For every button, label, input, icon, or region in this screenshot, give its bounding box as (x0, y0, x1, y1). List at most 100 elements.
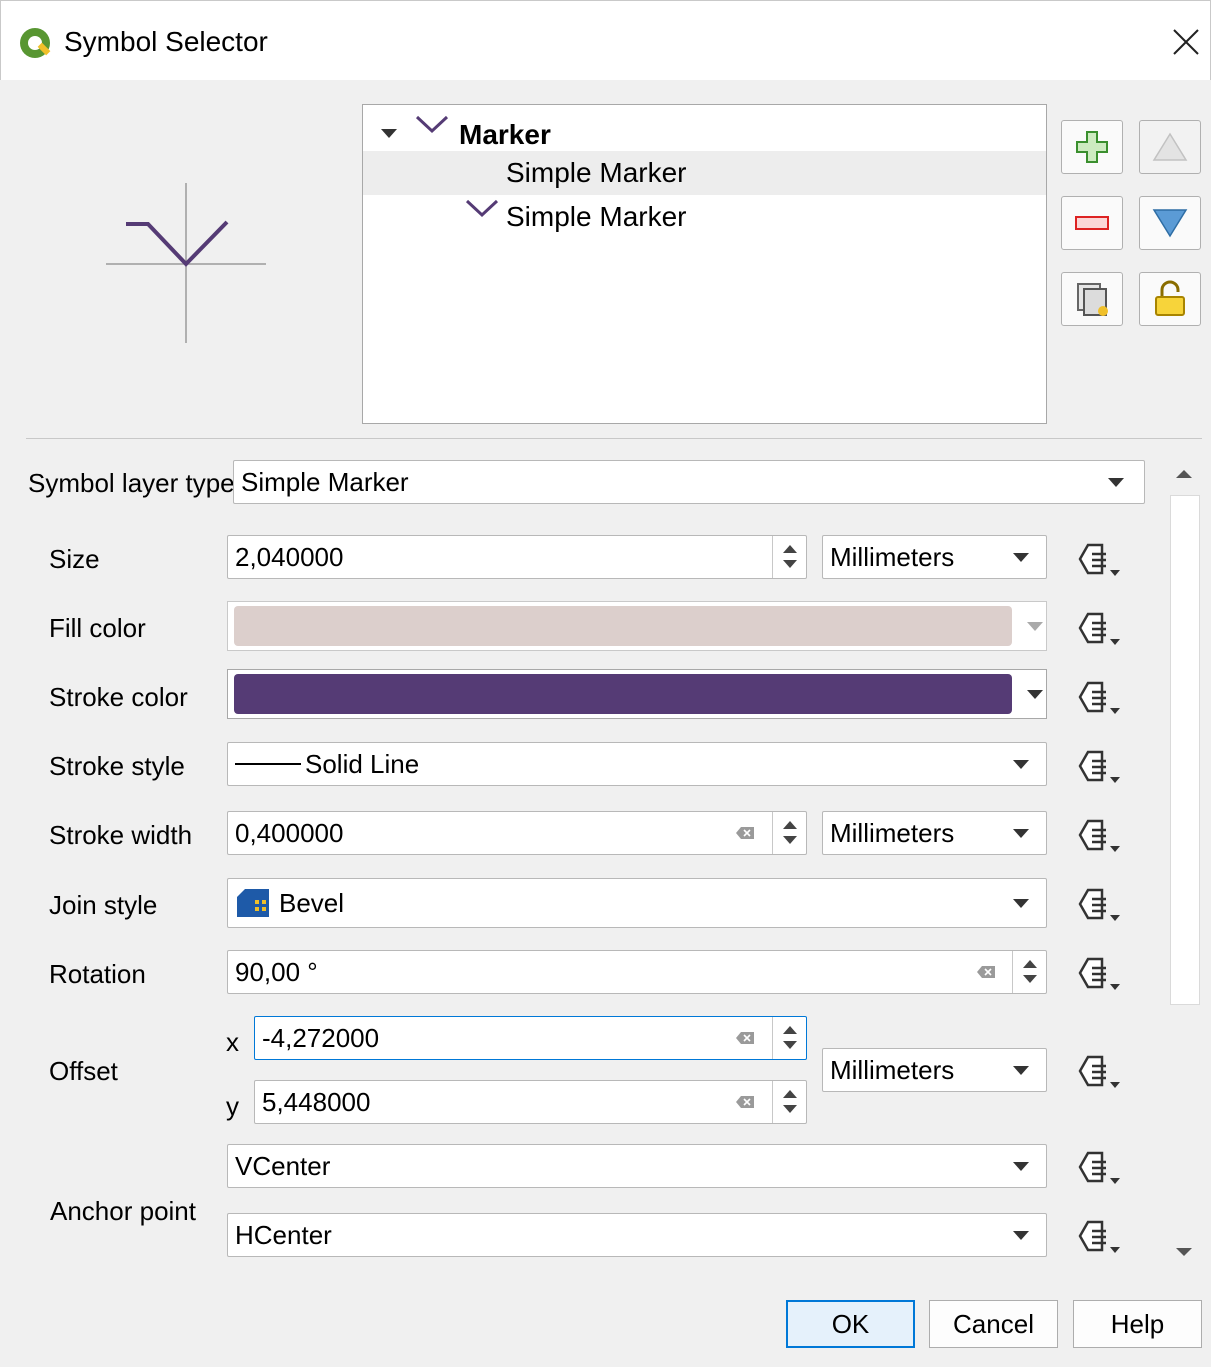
qgis-logo-icon (20, 28, 51, 58)
offset-x-value: -4,272000 (262, 1022, 380, 1053)
ok-button[interactable]: OK (786, 1300, 915, 1348)
data-defined-override-icon[interactable] (1070, 749, 1122, 785)
duplicate-icon (1077, 283, 1108, 316)
chevron-down-icon[interactable] (1027, 622, 1043, 631)
size-label: Size (49, 544, 100, 574)
data-defined-override-icon[interactable] (1070, 680, 1122, 716)
stroke-width-input[interactable]: 0,400000 (227, 811, 807, 855)
tree-root-label: Marker (459, 119, 551, 150)
tree-item-label: Simple Marker (506, 157, 687, 188)
scrollbar-thumb[interactable] (1170, 495, 1200, 1005)
size-unit-select[interactable]: Millimeters (822, 535, 1047, 579)
symbol-layer-tree[interactable]: Marker Simple Marker Simple Marker (362, 104, 1047, 424)
unlock-icon (1155, 280, 1185, 316)
rotation-spinner[interactable] (1012, 951, 1047, 993)
tree-item-marker[interactable]: Marker (363, 111, 1046, 155)
data-defined-override-icon[interactable] (1070, 956, 1122, 992)
chevron-down-icon (1108, 478, 1124, 487)
data-defined-override-icon[interactable] (1070, 887, 1122, 923)
spin-up-icon[interactable] (783, 821, 797, 829)
add-layer-button[interactable] (1061, 120, 1123, 174)
stroke-width-value: 0,400000 (235, 817, 344, 848)
stroke-width-unit-value: Millimeters (830, 817, 955, 848)
help-button[interactable]: Help (1073, 1300, 1202, 1348)
lock-layer-button[interactable] (1139, 272, 1201, 326)
spin-up-icon[interactable] (1023, 960, 1037, 968)
spin-down-icon[interactable] (783, 836, 797, 844)
clear-icon[interactable] (735, 1095, 755, 1109)
move-up-button[interactable] (1139, 120, 1201, 174)
fill-color-button[interactable] (227, 601, 1047, 651)
marker-symbol-icon (415, 115, 449, 134)
data-defined-override-icon[interactable] (1070, 611, 1122, 647)
data-defined-override-icon[interactable] (1070, 818, 1122, 854)
symbol-layer-type-label: Symbol layer type (28, 468, 235, 498)
data-defined-override-icon[interactable] (1070, 542, 1122, 578)
anchor-horizontal-select[interactable]: HCenter (227, 1213, 1047, 1257)
window-title: Symbol Selector (64, 26, 268, 57)
size-input[interactable]: 2,040000 (227, 535, 807, 579)
symbol-preview (106, 183, 266, 343)
tree-item-simple-marker-1[interactable]: Simple Marker (363, 151, 1046, 195)
anchor-horizontal-value: HCenter (235, 1219, 332, 1250)
chevron-down-icon (1013, 829, 1029, 838)
triangle-up-icon (1152, 132, 1188, 161)
offset-y-spinner[interactable] (772, 1081, 807, 1123)
spin-up-icon[interactable] (783, 545, 797, 553)
scroll-down-icon[interactable] (1176, 1248, 1192, 1256)
tree-item-label: Simple Marker (506, 201, 687, 232)
minus-icon (1075, 216, 1109, 230)
close-icon[interactable] (1168, 24, 1204, 60)
rotation-input[interactable]: 90,00 ° (227, 950, 1047, 994)
spin-down-icon[interactable] (1023, 975, 1037, 983)
anchor-vertical-select[interactable]: VCenter (227, 1144, 1047, 1188)
spin-down-icon[interactable] (783, 1041, 797, 1049)
offset-x-spinner[interactable] (772, 1017, 807, 1059)
duplicate-layer-button[interactable] (1061, 272, 1123, 326)
chevron-down-icon (1013, 1066, 1029, 1075)
size-unit-value: Millimeters (830, 541, 955, 572)
size-spinner[interactable] (772, 536, 807, 578)
chevron-down-icon[interactable] (1027, 690, 1043, 699)
anchor-vertical-value: VCenter (235, 1150, 331, 1181)
stroke-width-spinner[interactable] (772, 812, 807, 854)
marker-symbol-icon (465, 199, 499, 218)
offset-x-input[interactable]: -4,272000 (254, 1016, 807, 1060)
offset-unit-select[interactable]: Millimeters (822, 1048, 1047, 1092)
join-style-select[interactable]: Bevel (227, 878, 1047, 928)
chevron-down-icon (1013, 1231, 1029, 1240)
clear-icon[interactable] (735, 1031, 755, 1045)
remove-layer-button[interactable] (1061, 196, 1123, 250)
expand-arrow-icon[interactable] (381, 129, 397, 138)
scroll-up-icon[interactable] (1176, 470, 1192, 478)
plus-icon (1076, 131, 1108, 163)
offset-y-input[interactable]: 5,448000 (254, 1080, 807, 1124)
stroke-style-label: Stroke style (49, 751, 185, 781)
data-defined-override-icon[interactable] (1070, 1054, 1122, 1090)
offset-y-label: y (226, 1091, 239, 1121)
data-defined-override-icon[interactable] (1070, 1219, 1122, 1255)
data-defined-override-icon[interactable] (1070, 1150, 1122, 1186)
stroke-style-select[interactable]: Solid Line (227, 742, 1047, 786)
spin-up-icon[interactable] (783, 1026, 797, 1034)
cancel-button[interactable]: Cancel (929, 1300, 1058, 1348)
offset-label: Offset (49, 1056, 118, 1086)
move-down-button[interactable] (1139, 196, 1201, 250)
solid-line-icon (235, 763, 301, 765)
rotation-label: Rotation (49, 959, 146, 989)
join-style-value: Bevel (279, 887, 345, 918)
spin-down-icon[interactable] (783, 1105, 797, 1113)
clear-icon[interactable] (735, 826, 755, 840)
chevron-down-icon (1013, 553, 1029, 562)
clear-icon[interactable] (976, 965, 996, 979)
tree-item-simple-marker-2[interactable]: Simple Marker (363, 195, 1046, 239)
stroke-color-button[interactable] (227, 669, 1047, 719)
offset-x-label: x (226, 1027, 239, 1057)
spin-down-icon[interactable] (783, 560, 797, 568)
symbol-layer-type-value: Simple Marker (241, 466, 409, 497)
stroke-color-label: Stroke color (49, 682, 188, 712)
spin-up-icon[interactable] (783, 1090, 797, 1098)
stroke-width-unit-select[interactable]: Millimeters (822, 811, 1047, 855)
triangle-down-icon (1152, 209, 1188, 238)
symbol-layer-type-select[interactable]: Simple Marker (233, 460, 1145, 504)
